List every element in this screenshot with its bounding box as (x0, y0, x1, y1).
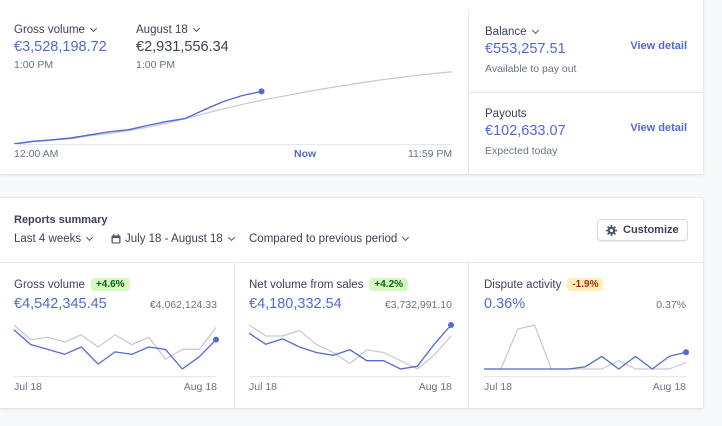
reports-title: Reports summary (14, 214, 108, 226)
previous-series-line (484, 324, 687, 370)
gross-volume-label: Gross volume (14, 24, 85, 36)
metric-previous-value: €3,732,991.10 (384, 299, 452, 311)
axis-now: Now (294, 148, 317, 160)
horizontal-divider (469, 92, 703, 93)
metric-value: €4,542,345.45 (14, 296, 107, 312)
metric-label: Gross volume (14, 278, 85, 291)
sparkline-chart (248, 322, 454, 370)
axis-end: 11:59 PM (408, 148, 453, 160)
range-selector[interactable]: Last 4 weeks (14, 233, 94, 245)
current-series-line-end-point (258, 88, 265, 95)
compare-date-selector[interactable]: August 18 (136, 24, 229, 36)
gear-icon (606, 224, 617, 236)
balance-sub: Available to pay out (485, 63, 577, 75)
current-series-line-end-point (448, 322, 454, 328)
metric-tile[interactable]: Gross volume +4.6% €4,542,345.45 €4,062,… (0, 263, 234, 408)
chevron-down-icon (192, 24, 200, 33)
change-badge: +4.6% (90, 278, 130, 291)
metric-tile[interactable]: Net volume from sales +4.2% €4,180,332.5… (235, 263, 468, 408)
payouts-panel: Payouts €102,633.07 Expected today View … (485, 108, 687, 157)
compare-value: €2,931,556.34 (136, 39, 229, 55)
customize-label: Customize (623, 224, 679, 236)
payouts-label: Payouts (485, 108, 527, 120)
calendar-icon (111, 234, 121, 244)
current-series-line-end-point (213, 336, 219, 343)
customize-button[interactable]: Customize (597, 219, 688, 241)
metric-value: 0.36% (484, 296, 526, 312)
metric-label: Dispute activity (484, 278, 562, 291)
current-series-line (13, 90, 262, 145)
compare-date-label: August 18 (136, 24, 188, 36)
sparkline-baseline (484, 376, 686, 377)
current-series-line (248, 324, 452, 370)
chevron-down-icon (531, 26, 539, 35)
metric-label: Net volume from sales (249, 278, 364, 291)
payouts-sub: Expected today (485, 145, 558, 157)
metric-previous-value: €4,062,124.33 (149, 299, 217, 311)
sparkline-chart (484, 324, 689, 370)
axis-start: 12:00 AM (14, 148, 59, 160)
chevron-down-icon (402, 233, 410, 242)
sparkline-start: Jul 18 (484, 381, 513, 393)
chevron-down-icon (227, 233, 235, 242)
sparkline-baseline (249, 376, 451, 377)
sparkline-end: Aug 18 (652, 381, 686, 393)
range-label: Last 4 weeks (14, 233, 82, 245)
previous-series-line (13, 324, 217, 360)
chart-baseline (14, 144, 452, 145)
balance-selector[interactable]: Balance (485, 26, 687, 38)
metric-value: €4,180,332.54 (249, 296, 342, 312)
sparkline-baseline (14, 376, 216, 377)
chevron-down-icon (86, 233, 94, 242)
gross-volume-selector[interactable]: Gross volume (14, 24, 107, 36)
compare-period-selector[interactable]: Compared to previous period (249, 233, 410, 245)
compare-period-label: Compared to previous period (249, 233, 398, 245)
payouts-view-detail-link[interactable]: View detail (630, 122, 687, 134)
previous-series-line (13, 71, 453, 145)
current-series-line-end-point (683, 349, 689, 356)
balance-label: Balance (485, 26, 527, 38)
sparkline-chart (13, 324, 219, 370)
sparkline-end: Aug 18 (418, 381, 452, 393)
reports-card: Reports summary Last 4 weeks July 18 - A… (0, 198, 703, 408)
sparkline-start: Jul 18 (249, 381, 278, 393)
today-chart (13, 71, 453, 145)
sparkline-end: Aug 18 (183, 381, 217, 393)
balance-panel: Balance €553,257.51 Available to pay out… (485, 26, 687, 75)
balance-view-detail-link[interactable]: View detail (630, 40, 687, 52)
current-series-line (484, 351, 687, 370)
metric-previous-value: 0.37% (656, 299, 686, 311)
date-range-selector[interactable]: July 18 - August 18 (111, 233, 235, 245)
change-badge: +4.2% (369, 278, 409, 291)
date-range-label: July 18 - August 18 (125, 233, 223, 245)
sparkline-start: Jul 18 (14, 381, 43, 393)
metric-tile[interactable]: Dispute activity -1.9% 0.36% 0.37% Jul 1… (469, 263, 703, 408)
gross-volume-value: €3,528,198.72 (14, 39, 107, 55)
today-card: Gross volume €3,528,198.72 1:00 PM Augus… (0, 0, 703, 174)
chevron-down-icon (89, 24, 97, 33)
change-badge: -1.9% (567, 278, 604, 291)
